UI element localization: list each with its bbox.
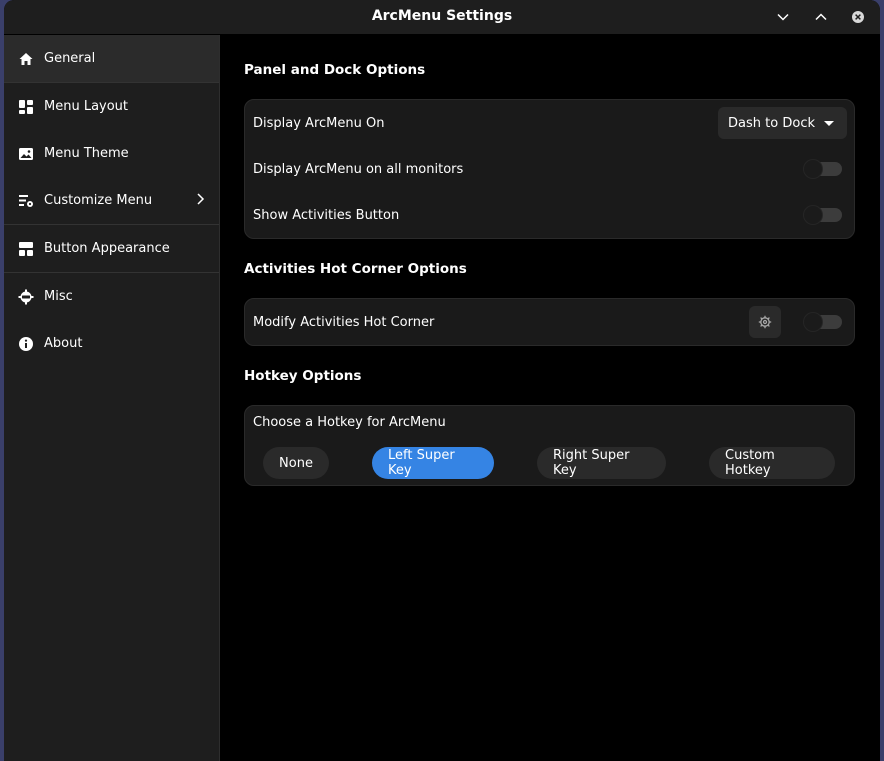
minimize-button[interactable] bbox=[771, 5, 795, 29]
activities-button-label: Show Activities Button bbox=[253, 207, 400, 223]
modify-hot-corner-row: Modify Activities Hot Corner bbox=[245, 299, 854, 345]
display-on-dropdown[interactable]: Dash to Dock bbox=[718, 107, 847, 139]
gear-icon bbox=[758, 315, 772, 329]
sidebar-item-label: Customize Menu bbox=[44, 193, 153, 208]
chevron-down-icon bbox=[777, 13, 789, 21]
hotkey-none-button[interactable]: None bbox=[263, 447, 329, 479]
hotkey-right-super-button[interactable]: Right Super Key bbox=[537, 447, 666, 479]
sidebar-item-label: Menu Theme bbox=[44, 146, 129, 161]
panel-dock-card: Display ArcMenu On Dash to Dock Display … bbox=[244, 99, 855, 239]
chevron-right-icon bbox=[195, 192, 205, 210]
hot-corner-toggle[interactable] bbox=[804, 313, 842, 331]
home-icon bbox=[17, 50, 35, 68]
panel-dock-title: Panel and Dock Options bbox=[244, 62, 426, 78]
sidebar-item-label: Button Appearance bbox=[44, 241, 170, 256]
title-bar: ArcMenu Settings bbox=[4, 0, 880, 35]
hot-corner-card: Modify Activities Hot Corner bbox=[244, 298, 855, 346]
modify-hot-corner-label: Modify Activities Hot Corner bbox=[253, 314, 435, 330]
all-monitors-row: Display ArcMenu on all monitors bbox=[245, 146, 854, 192]
hotkey-title: Hotkey Options bbox=[244, 368, 362, 384]
maximize-button[interactable] bbox=[809, 5, 833, 29]
misc-icon bbox=[17, 288, 35, 306]
display-on-label: Display ArcMenu On bbox=[253, 115, 385, 131]
sidebar-item-label: Misc bbox=[44, 289, 73, 304]
activities-button-row: Show Activities Button bbox=[245, 192, 854, 238]
display-on-row: Display ArcMenu On Dash to Dock bbox=[245, 100, 854, 146]
sidebar-item-label: General bbox=[44, 51, 96, 66]
customize-icon bbox=[17, 192, 35, 210]
sidebar-item-misc[interactable]: Misc bbox=[4, 273, 219, 320]
sidebar-item-button-appearance[interactable]: Button Appearance bbox=[4, 225, 219, 273]
button-appearance-icon bbox=[17, 240, 35, 258]
display-on-value: Dash to Dock bbox=[728, 115, 815, 131]
sidebar-item-customize-menu[interactable]: Customize Menu bbox=[4, 177, 219, 225]
hotkey-custom-button[interactable]: Custom Hotkey bbox=[709, 447, 835, 479]
window-title: ArcMenu Settings bbox=[371, 8, 513, 24]
theme-icon bbox=[17, 145, 35, 163]
sidebar-item-label: Menu Layout bbox=[44, 99, 129, 114]
info-icon bbox=[17, 335, 35, 353]
close-icon bbox=[852, 11, 864, 23]
sidebar-item-about[interactable]: About bbox=[4, 320, 219, 367]
layout-icon bbox=[17, 98, 35, 116]
hotkey-left-super-button[interactable]: Left Super Key bbox=[372, 447, 494, 479]
settings-window: ArcMenu Settings General Menu Layout Men… bbox=[4, 0, 880, 761]
sidebar-item-menu-layout[interactable]: Menu Layout bbox=[4, 83, 219, 130]
all-monitors-toggle[interactable] bbox=[804, 160, 842, 178]
hot-corner-settings-button[interactable] bbox=[749, 306, 781, 338]
main-content: Panel and Dock Options Display ArcMenu O… bbox=[220, 35, 880, 761]
sidebar: General Menu Layout Menu Theme Customize… bbox=[4, 35, 220, 761]
chevron-up-icon bbox=[815, 13, 827, 21]
sidebar-item-general[interactable]: General bbox=[4, 35, 219, 83]
hotkey-choose-label: Choose a Hotkey for ArcMenu bbox=[253, 415, 446, 430]
dropdown-arrow-icon bbox=[824, 121, 834, 126]
sidebar-item-label: About bbox=[44, 336, 83, 351]
activities-button-toggle[interactable] bbox=[804, 206, 842, 224]
hot-corner-title: Activities Hot Corner Options bbox=[244, 261, 467, 277]
close-button[interactable] bbox=[846, 5, 870, 29]
all-monitors-label: Display ArcMenu on all monitors bbox=[253, 161, 464, 177]
sidebar-item-menu-theme[interactable]: Menu Theme bbox=[4, 130, 219, 177]
hotkey-card: Choose a Hotkey for ArcMenu None Left Su… bbox=[244, 405, 855, 486]
